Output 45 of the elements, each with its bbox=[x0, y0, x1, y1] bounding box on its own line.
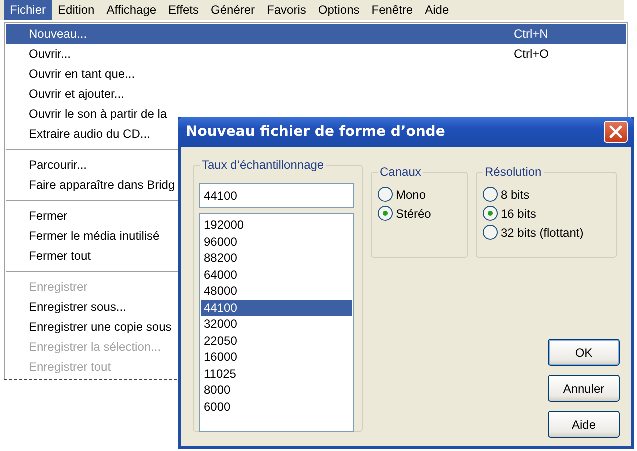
menu-item[interactable]: Ouvrir en tant que... bbox=[6, 64, 626, 84]
list-item[interactable]: 96000 bbox=[201, 234, 352, 250]
list-item[interactable]: 88200 bbox=[201, 250, 352, 266]
list-item[interactable]: 32000 bbox=[201, 316, 352, 332]
menu-bar-item[interactable]: Affichage bbox=[100, 0, 163, 20]
menu-item[interactable]: Ouvrir et ajouter... bbox=[6, 84, 626, 104]
menu-bar-item[interactable]: Aide bbox=[419, 0, 456, 20]
radio-button[interactable] bbox=[378, 206, 393, 221]
menu-bar-item[interactable]: Générer bbox=[205, 0, 262, 20]
group-label: Taux d’échantillonnage bbox=[200, 158, 326, 172]
dialog-button[interactable]: OK bbox=[548, 339, 620, 366]
dialog-button[interactable]: Annuler bbox=[548, 375, 620, 402]
radio-label[interactable]: 8 bits bbox=[501, 188, 530, 202]
close-button[interactable] bbox=[604, 121, 628, 143]
radio-button[interactable] bbox=[378, 187, 393, 202]
list-item[interactable]: 48000 bbox=[201, 283, 352, 300]
radio-button[interactable] bbox=[483, 206, 498, 221]
menu-bar-item[interactable]: Fichier bbox=[4, 0, 52, 20]
sample-rate-field[interactable]: 44100 bbox=[199, 183, 354, 208]
list-item[interactable]: 11025 bbox=[201, 366, 352, 382]
menu-bar-item[interactable]: Favoris bbox=[261, 0, 312, 20]
radio-label[interactable]: Stéréo bbox=[396, 206, 432, 220]
radio-label[interactable]: 32 bits (flottant) bbox=[501, 226, 584, 240]
close-icon bbox=[609, 125, 623, 139]
list-item[interactable]: 16000 bbox=[201, 349, 352, 366]
radio-label[interactable]: 16 bits bbox=[501, 206, 536, 220]
list-item[interactable]: 64000 bbox=[201, 266, 352, 283]
menu-bar-item[interactable]: Edition bbox=[52, 0, 101, 20]
menu-item[interactable]: Ouvrir... Ctrl+O bbox=[6, 44, 626, 64]
list-item[interactable]: 192000 bbox=[201, 217, 352, 234]
menu-item[interactable]: Nouveau... Ctrl+N bbox=[6, 24, 626, 44]
group-label: Canaux bbox=[378, 165, 424, 179]
list-item[interactable]: 8000 bbox=[201, 382, 352, 398]
menu-bar-item[interactable]: Options bbox=[312, 0, 366, 20]
list-item[interactable]: 6000 bbox=[201, 398, 352, 415]
menu-bar-item[interactable]: Fenêtre bbox=[366, 0, 420, 20]
list-item[interactable]: 22050 bbox=[201, 332, 352, 349]
dialog-button[interactable]: Aide bbox=[548, 411, 620, 438]
dialog-title: Nouveau fichier de forme d’onde bbox=[186, 124, 446, 140]
radio-button[interactable] bbox=[483, 225, 498, 240]
radio-button[interactable] bbox=[483, 187, 498, 202]
group-label: Résolution bbox=[483, 165, 544, 179]
menu-bar-item[interactable]: Effets bbox=[162, 0, 206, 20]
list-item[interactable]: 44100 bbox=[201, 300, 352, 316]
radio-label[interactable]: Mono bbox=[396, 188, 426, 202]
